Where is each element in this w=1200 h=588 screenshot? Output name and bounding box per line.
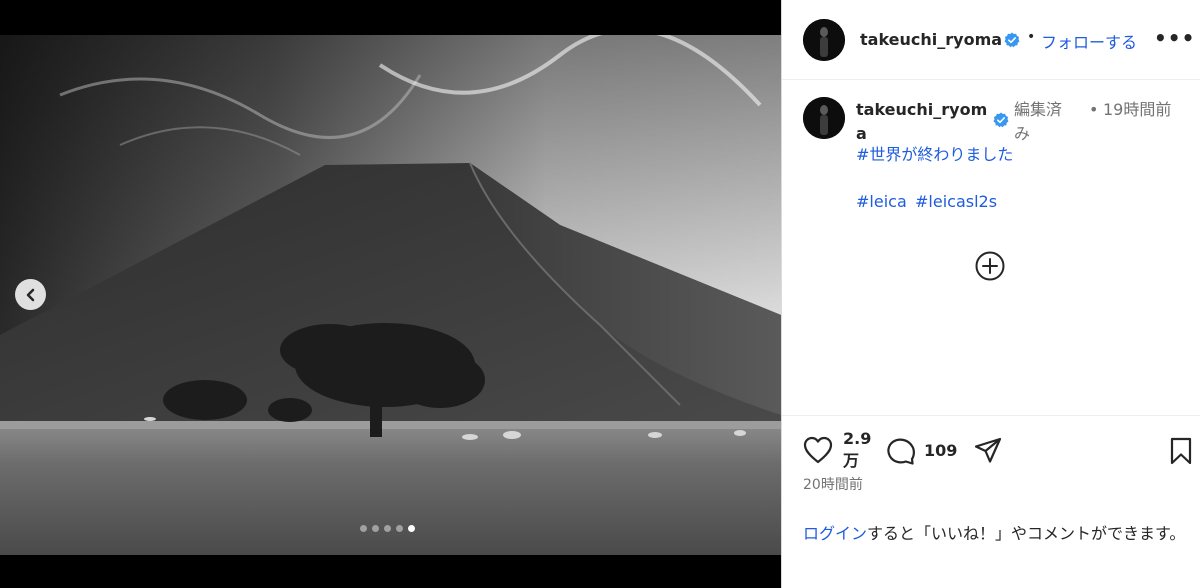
login-link[interactable]: ログイン [803, 524, 867, 543]
avatar[interactable] [803, 19, 845, 61]
caption-dot: • [1089, 100, 1099, 119]
load-more-comments-icon[interactable] [974, 250, 1006, 282]
bookmark-icon[interactable] [1169, 437, 1193, 465]
carousel-dot [360, 525, 367, 532]
post-caption: takeuchi_ryom a 編集済み • 19時間前 #世界が終わりました … [782, 80, 1200, 416]
like-heart-icon[interactable] [803, 436, 833, 464]
caption-username-part1: takeuchi_ryom [856, 100, 988, 119]
header-username[interactable]: takeuchi_ryoma [860, 30, 1002, 49]
post-header: takeuchi_ryoma • フォローする ••• [782, 0, 1200, 80]
carousel-indicator [360, 525, 415, 532]
post-photo [0, 35, 781, 555]
verified-badge-icon [993, 112, 1009, 128]
edited-label: 編集済み [1014, 100, 1063, 143]
caption-timestamp[interactable]: 19時間前 [1103, 98, 1173, 122]
share-paper-plane-icon[interactable] [973, 436, 1003, 466]
hashtag-link[interactable]: #leica [856, 190, 907, 214]
more-options-button[interactable]: ••• [1154, 26, 1195, 50]
verified-badge-icon [1004, 32, 1020, 48]
header-separator: • [1027, 29, 1036, 45]
carousel-dot-active [408, 525, 415, 532]
post-timestamp[interactable]: 20時間前 [803, 474, 863, 494]
login-prompt-text: すると「いいね！」やコメントができます。 [867, 524, 1186, 543]
like-count[interactable]: 2.9万 [843, 428, 873, 472]
carousel-dot [384, 525, 391, 532]
comment-icon[interactable] [886, 436, 916, 466]
hashtag-link[interactable]: #世界が終わりました [856, 143, 1013, 167]
post-side-panel: takeuchi_ryoma • フォローする ••• takeuchi_ryo… [781, 0, 1200, 588]
hashtag-link[interactable]: #leicasl2s [915, 190, 997, 214]
comment-count[interactable]: 109 [924, 440, 957, 462]
caption-username-part2: a [856, 124, 867, 143]
carousel-dot [396, 525, 403, 532]
post-actions: 2.9万 109 20時間前 [782, 416, 1200, 516]
post-media [0, 0, 781, 588]
login-prompt: ログインすると「いいね！」やコメントができます。 [803, 522, 1188, 546]
avatar[interactable] [803, 97, 845, 139]
caption-username[interactable]: takeuchi_ryom a [856, 98, 990, 146]
carousel-dot [372, 525, 379, 532]
chevron-left-icon [26, 288, 34, 301]
follow-button[interactable]: フォローする [1041, 29, 1137, 53]
carousel-prev-button[interactable] [15, 279, 46, 310]
